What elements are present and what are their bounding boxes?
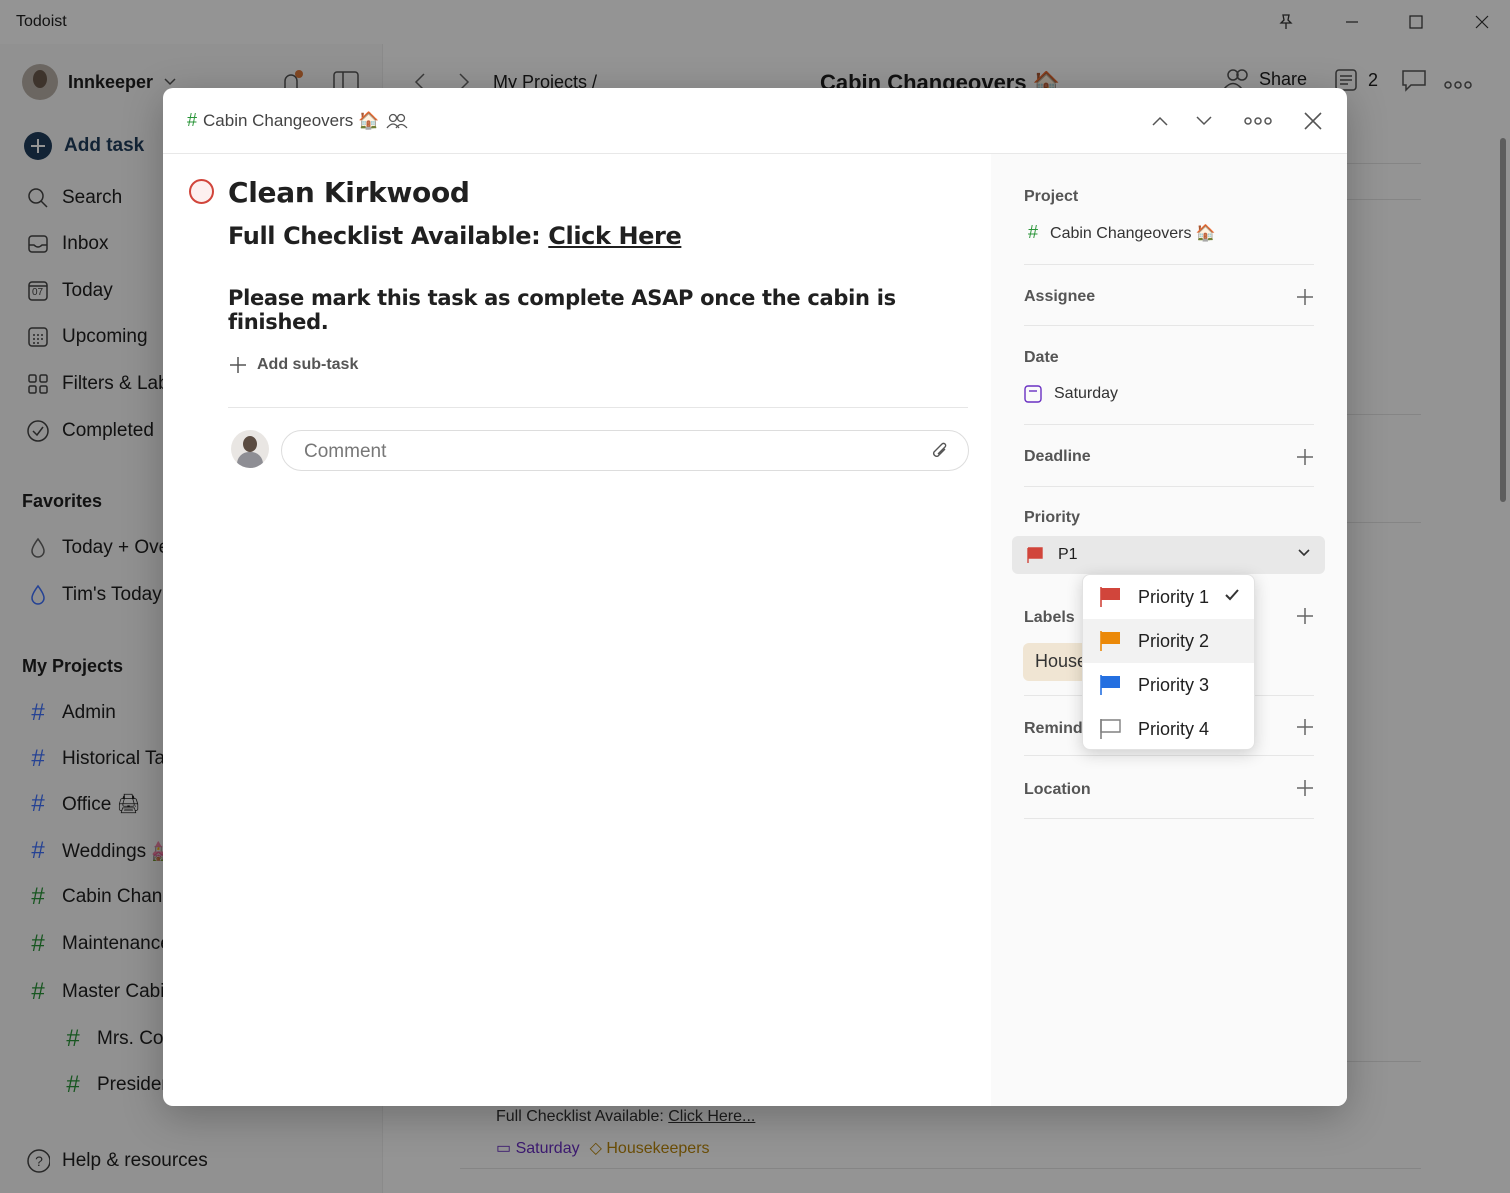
modal-project-name: Cabin Changeovers 🏠: [203, 110, 380, 130]
flag-outline-icon: [1100, 719, 1121, 739]
avatar: [231, 430, 269, 468]
complete-task-checkbox[interactable]: [189, 179, 214, 204]
field-label: Project: [1024, 188, 1079, 205]
flag-icon: [1100, 675, 1120, 695]
plus-icon[interactable]: [1296, 288, 1314, 306]
calendar-icon: [1024, 385, 1042, 403]
divider: [1024, 755, 1314, 756]
priority-option-label: Priority 4: [1138, 718, 1210, 739]
chevron-down-icon: [1196, 116, 1212, 126]
add-subtask-label: Add sub-task: [257, 356, 359, 373]
hash-icon: #: [1028, 222, 1039, 242]
date-selector[interactable]: Saturday: [1024, 385, 1314, 403]
project-field: Project # Cabin Changeovers 🏠: [1024, 188, 1314, 265]
priority-option-label: Priority 2: [1138, 630, 1210, 651]
task-title[interactable]: Clean Kirkwood: [228, 176, 470, 209]
project-selector[interactable]: # Cabin Changeovers 🏠: [1024, 222, 1314, 243]
priority-field: Priority: [1024, 509, 1314, 527]
deadline-field[interactable]: Deadline: [1024, 448, 1314, 487]
comment-placeholder: Comment: [304, 441, 387, 462]
priority-option-label: Priority 3: [1138, 674, 1210, 695]
plus-icon[interactable]: [1296, 779, 1314, 797]
chevron-up-icon: [1152, 116, 1168, 126]
divider: [1024, 264, 1314, 265]
date-value: Saturday: [1054, 385, 1119, 402]
field-label: Assignee: [1024, 288, 1096, 305]
paperclip-icon[interactable]: [930, 440, 950, 462]
assignee-field[interactable]: Assignee: [1024, 288, 1314, 326]
task-description-line2[interactable]: Please mark this task as complete ASAP o…: [228, 286, 991, 334]
date-field: Date Saturday: [1024, 349, 1314, 425]
divider: [1024, 424, 1314, 425]
priority-option-2[interactable]: Priority 2: [1083, 619, 1254, 663]
priority-option-4[interactable]: Priority 4: [1083, 707, 1254, 749]
close-icon: [1304, 112, 1322, 130]
plus-icon[interactable]: [1296, 448, 1314, 466]
field-label: Deadline: [1024, 448, 1091, 465]
next-task-button[interactable]: [1187, 104, 1221, 138]
priority-value: P1: [1058, 546, 1078, 563]
checklist-link[interactable]: Click Here: [548, 222, 681, 250]
task-content: Clean Kirkwood Full Checklist Available:…: [163, 154, 991, 1106]
previous-task-button[interactable]: [1143, 104, 1177, 138]
divider: [228, 407, 968, 408]
add-subtask-button[interactable]: Add sub-task: [229, 356, 358, 374]
field-label: Date: [1024, 349, 1059, 366]
field-label: Location: [1024, 781, 1091, 798]
divider: [1024, 486, 1314, 487]
close-modal-button[interactable]: [1296, 104, 1330, 138]
desc-prefix: Full Checklist Available:: [228, 222, 549, 250]
divider: [1024, 325, 1314, 326]
flag-icon: [1100, 587, 1120, 607]
task-more-button[interactable]: [1241, 104, 1275, 138]
priority-option-3[interactable]: Priority 3: [1083, 663, 1254, 707]
flag-icon: [1100, 631, 1120, 651]
task-description-line1[interactable]: Full Checklist Available: Click Here: [228, 222, 682, 250]
chevron-down-icon: [1298, 549, 1310, 557]
plus-icon: [230, 357, 246, 373]
field-label: Priority: [1024, 509, 1081, 526]
shared-people-icon: [386, 113, 408, 128]
priority-select[interactable]: P1: [1012, 536, 1325, 574]
divider: [1024, 818, 1314, 819]
flag-icon: [1027, 547, 1043, 563]
hash-icon: #: [187, 110, 198, 130]
comment-input[interactable]: Comment: [281, 430, 969, 471]
plus-icon[interactable]: [1296, 718, 1314, 736]
check-icon: [1225, 589, 1239, 601]
project-value: Cabin Changeovers 🏠: [1050, 224, 1216, 242]
location-field[interactable]: Location: [1024, 779, 1314, 819]
priority-option-1[interactable]: Priority 1: [1083, 575, 1254, 619]
modal-header: # Cabin Changeovers 🏠: [163, 88, 1347, 154]
priority-menu: Priority 1 Priority 2 Priority 3 Priorit…: [1082, 574, 1255, 750]
more-icon: [1244, 117, 1272, 125]
plus-icon[interactable]: [1296, 607, 1314, 625]
priority-option-label: Priority 1: [1138, 586, 1210, 607]
modal-project-link[interactable]: # Cabin Changeovers 🏠: [187, 110, 409, 131]
